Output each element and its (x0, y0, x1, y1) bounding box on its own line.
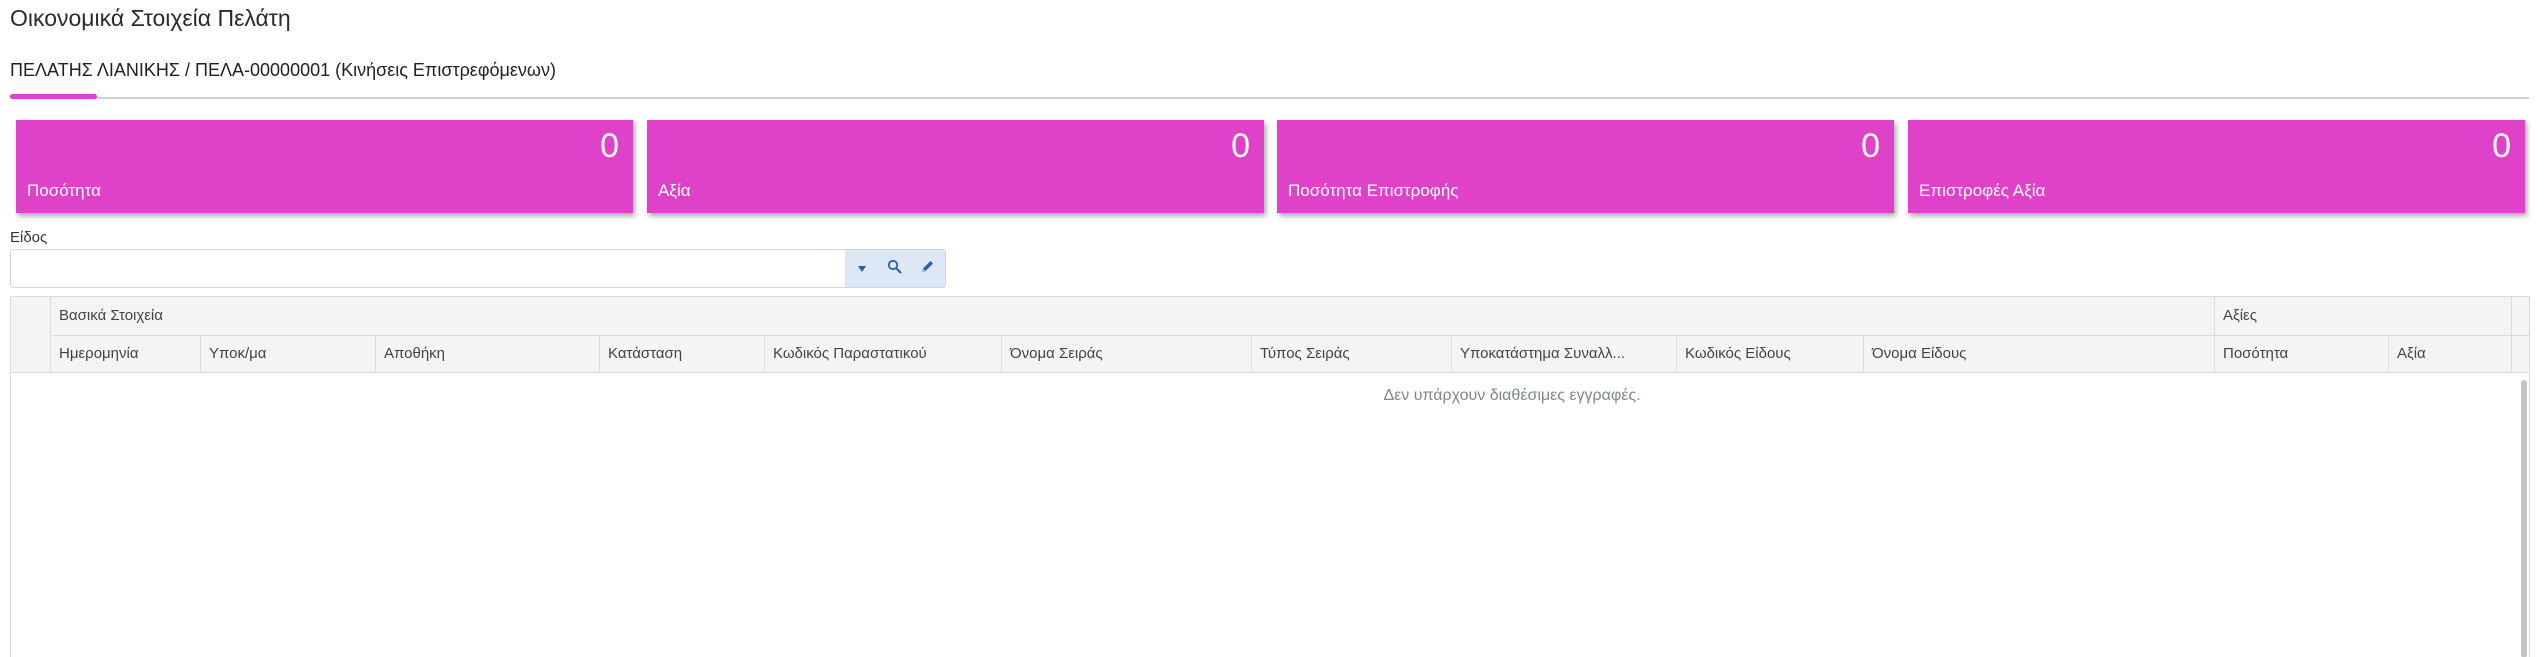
group-header-values: Αξίες (2215, 297, 2512, 336)
stat-card-value-amount: 0 Αξία (647, 120, 1264, 213)
stat-card-value: 0 (1861, 127, 1880, 165)
column-header-amount[interactable]: Αξία (2389, 336, 2512, 373)
item-filter-input[interactable] (11, 250, 845, 287)
pencil-icon (920, 259, 935, 279)
stat-card-value: 0 (1231, 127, 1250, 165)
scroll-gutter-header (2512, 297, 2529, 336)
column-header-branch[interactable]: Υποκ/μα (201, 336, 376, 373)
column-header-item-name[interactable]: Όνομα Είδους (1864, 336, 2215, 373)
group-header-basic: Βασικά Στοιχεία (51, 297, 2215, 336)
stat-card-value: 0 (2492, 127, 2511, 165)
column-header-series-type[interactable]: Τύπος Σειράς (1252, 336, 1452, 373)
stat-card-label: Ποσότητα (27, 181, 101, 200)
stat-card-return-amount: 0 Επιστροφές Αξία (1908, 120, 2525, 213)
page-title: Οικονομικά Στοιχεία Πελάτη (10, 5, 291, 31)
stat-card-label: Ποσότητα Επιστροφής (1288, 181, 1459, 200)
scroll-gutter-header (2512, 336, 2529, 373)
stat-card-return-quantity: 0 Ποσότητα Επιστροφής (1277, 120, 1894, 213)
column-header-transaction-branch[interactable]: Υποκατάστημα Συναλλ... (1452, 336, 1677, 373)
edit-button[interactable] (911, 250, 944, 287)
column-header-quantity[interactable]: Ποσότητα (2215, 336, 2389, 373)
active-tab-indicator (10, 94, 97, 99)
select-all-column-header[interactable] (11, 297, 51, 373)
column-header-series-name[interactable]: Όνομα Σειράς (1002, 336, 1252, 373)
column-header-date[interactable]: Ημερομηνία (51, 336, 201, 373)
stat-card-label: Επιστροφές Αξία (1919, 181, 2046, 200)
search-icon (887, 259, 902, 279)
transactions-grid: Βασικά Στοιχεία Αξίες Ημερομηνία Υποκ/μα… (10, 296, 2530, 657)
item-filter-buttons (845, 250, 945, 287)
tab-customer-returns[interactable]: ΠΕΛΑΤΗΣ ΛΙΑΝΙΚΗΣ / ΠΕΛΑ-00000001 (Κινήσε… (10, 60, 556, 81)
column-header-document-code[interactable]: Κωδικός Παραστατικού (765, 336, 1002, 373)
column-header-status[interactable]: Κατάσταση (600, 336, 765, 373)
caret-down-icon (857, 260, 867, 278)
tab-divider (10, 97, 2529, 99)
stat-card-quantity: 0 Ποσότητα (16, 120, 633, 213)
column-header-warehouse[interactable]: Αποθήκη (376, 336, 600, 373)
stat-card-label: Αξία (658, 181, 691, 200)
item-filter (10, 249, 946, 288)
dropdown-button[interactable] (845, 250, 878, 287)
stat-card-value: 0 (600, 127, 619, 165)
vertical-scrollbar[interactable] (2521, 380, 2527, 657)
search-button[interactable] (878, 250, 911, 287)
column-header-item-code[interactable]: Κωδικός Είδους (1677, 336, 1864, 373)
empty-grid-message: Δεν υπάρχουν διαθέσιμες εγγραφές. (1383, 387, 1641, 404)
item-filter-label: Είδος (10, 229, 48, 246)
